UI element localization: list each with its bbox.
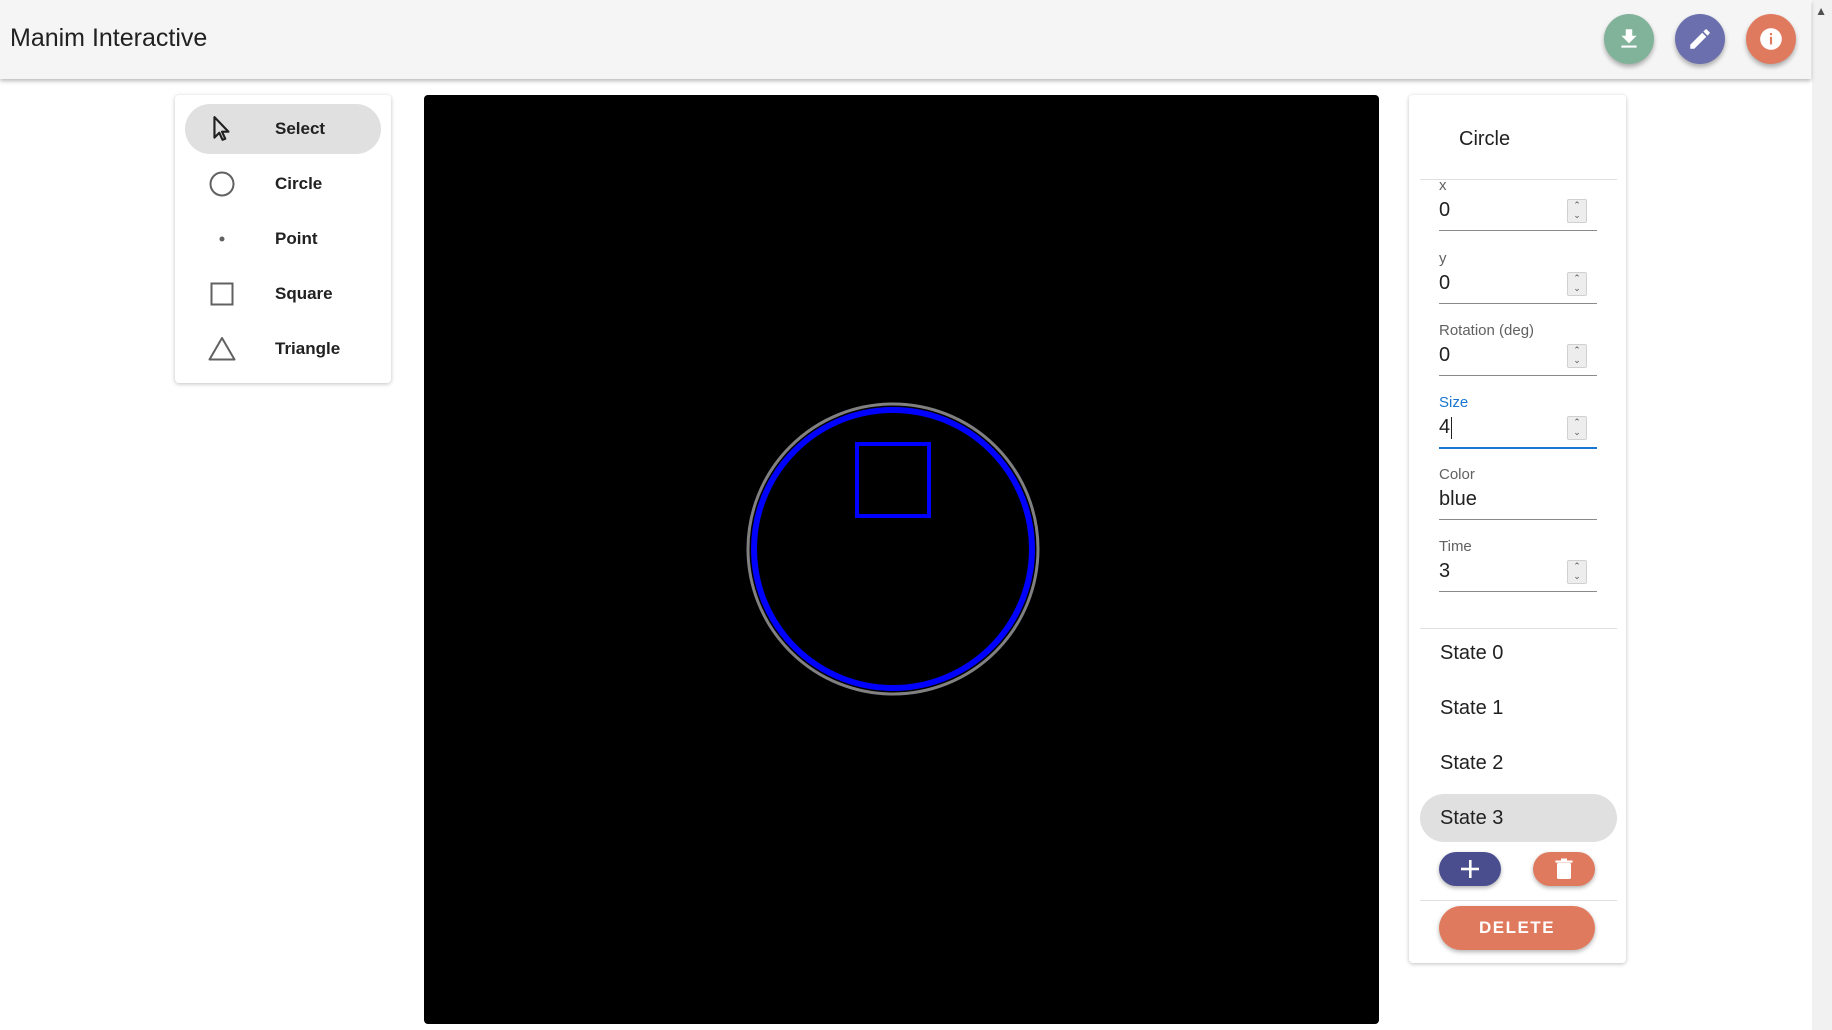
color-input[interactable]: blue: [1439, 484, 1597, 520]
rotation-label: Rotation (deg): [1439, 322, 1535, 339]
add-state-button[interactable]: [1439, 852, 1501, 886]
tool-square[interactable]: Square: [185, 269, 381, 319]
x-stepper[interactable]: ⌃ ⌄: [1567, 199, 1587, 223]
app-bar: Manim Interactive: [0, 0, 1811, 79]
info-icon: [1760, 28, 1782, 50]
time-input[interactable]: 3 ⌃ ⌄: [1439, 556, 1597, 592]
size-value: 4: [1439, 416, 1451, 438]
x-label: x: [1439, 177, 1447, 194]
download-button[interactable]: [1604, 14, 1654, 64]
download-icon: [1621, 29, 1637, 48]
tool-label-triangle: Triangle: [275, 339, 341, 358]
tool-circle[interactable]: Circle: [185, 159, 381, 209]
page-scrollbar[interactable]: ▲: [1812, 0, 1832, 1030]
y-field[interactable]: y 0 ⌃ ⌄: [1439, 250, 1597, 304]
scroll-up-arrow-icon[interactable]: ▲: [1815, 4, 1827, 18]
pencil-icon: [1690, 29, 1710, 49]
tool-label-circle: Circle: [275, 174, 323, 193]
properties-panel: Circle x 0 ⌃ ⌄ y 0 ⌃ ⌄ Rotation (deg) 0 ⌃ ⌄…: [1409, 95, 1626, 963]
time-value: 3: [1439, 560, 1451, 582]
state-item[interactable]: State 1: [1420, 684, 1617, 732]
rotation-input[interactable]: 0 ⌃ ⌄: [1439, 340, 1597, 376]
cursor-arrow-icon: [207, 114, 237, 144]
info-button[interactable]: [1746, 14, 1796, 64]
state-item[interactable]: State 0: [1420, 629, 1617, 677]
app-title: Manim Interactive: [10, 24, 208, 52]
time-stepper[interactable]: ⌃ ⌄: [1567, 560, 1587, 584]
y-stepper[interactable]: ⌃ ⌄: [1567, 272, 1587, 296]
tool-label-square: Square: [275, 284, 333, 303]
color-label: Color: [1439, 466, 1475, 483]
tool-select[interactable]: Select: [185, 104, 381, 154]
size-label: Size: [1439, 394, 1469, 411]
rotation-field[interactable]: Rotation (deg) 0 ⌃ ⌄: [1439, 322, 1597, 376]
size-stepper[interactable]: ⌃ ⌄: [1567, 416, 1587, 440]
canvas-scene: [746, 402, 1040, 696]
y-input[interactable]: 0 ⌃ ⌄: [1439, 268, 1597, 304]
y-label: y: [1439, 250, 1447, 267]
edit-button[interactable]: [1675, 14, 1725, 64]
x-value: 0: [1439, 199, 1451, 221]
time-label: Time: [1439, 538, 1472, 555]
remove-state-button[interactable]: [1533, 852, 1595, 886]
tool-label-select: Select: [275, 119, 326, 138]
state-label: State 0: [1440, 642, 1504, 664]
trash-icon: [1555, 858, 1573, 879]
y-value: 0: [1439, 272, 1451, 294]
rotation-stepper[interactable]: ⌃ ⌄: [1567, 344, 1587, 368]
state-label: State 3: [1440, 807, 1504, 829]
x-input[interactable]: 0 ⌃ ⌄: [1439, 195, 1597, 231]
text-caret: [1451, 416, 1453, 439]
size-field[interactable]: Size 4 ⌃ ⌄: [1439, 394, 1597, 449]
size-input[interactable]: 4 ⌃ ⌄: [1439, 412, 1597, 449]
delete-object-button[interactable]: DELETE: [1439, 906, 1595, 950]
square-icon: [207, 279, 237, 309]
color-value: blue: [1439, 488, 1477, 510]
state-item[interactable]: State 2: [1420, 739, 1617, 787]
circle-shape[interactable]: [751, 407, 1035, 691]
tool-point[interactable]: Point: [185, 214, 381, 264]
triangle-icon: [207, 334, 237, 364]
rotation-value: 0: [1439, 344, 1451, 366]
time-field[interactable]: Time 3 ⌃ ⌄: [1439, 538, 1597, 592]
state-item-selected[interactable]: State 3: [1420, 794, 1617, 842]
circle-icon: [207, 169, 237, 199]
state-label: State 2: [1440, 752, 1504, 774]
divider: [1420, 900, 1617, 901]
tool-label-point: Point: [275, 229, 318, 248]
tool-triangle[interactable]: Triangle: [185, 324, 381, 374]
plus-icon: [1461, 860, 1479, 878]
square-shape[interactable]: [855, 442, 931, 518]
color-field[interactable]: Color blue: [1439, 466, 1597, 520]
x-field[interactable]: x 0 ⌃ ⌄: [1439, 177, 1597, 231]
state-label: State 1: [1440, 697, 1504, 719]
drawing-canvas[interactable]: [424, 95, 1379, 1024]
tool-panel: Select Circle Point Square Triangle: [175, 95, 391, 383]
selected-object-title: Circle: [1459, 128, 1511, 150]
circle-shape-outline: [746, 402, 1040, 696]
point-icon: [207, 224, 237, 254]
